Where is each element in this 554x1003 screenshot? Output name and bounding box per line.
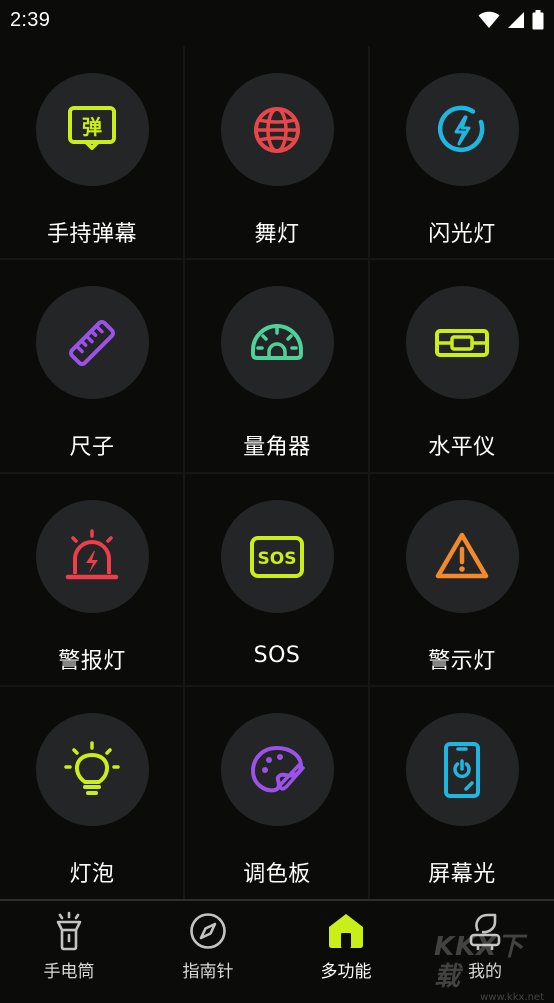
wifi-icon xyxy=(478,11,500,28)
protractor-icon xyxy=(251,323,303,360)
function-disco-light[interactable]: 舞灯 xyxy=(185,46,369,259)
tab-label: 手电筒 xyxy=(43,962,95,982)
function-label: 警示灯 xyxy=(428,649,496,674)
function-circle: SOS xyxy=(220,500,334,613)
function-label: 舞灯 xyxy=(254,222,300,247)
function-circle xyxy=(220,713,334,826)
status-bar: 2:39 xyxy=(0,0,554,40)
sos-glyph: SOS xyxy=(258,549,297,569)
tab-label: 多功能 xyxy=(320,962,372,982)
palette-icon xyxy=(251,745,305,792)
status-icons xyxy=(478,10,544,30)
function-danmaku[interactable]: 弹 手持弹幕 xyxy=(0,46,184,259)
function-label: 尺子 xyxy=(69,435,115,460)
function-bulb[interactable]: 灯泡 xyxy=(0,686,184,899)
cellular-signal-icon xyxy=(508,12,524,28)
function-label: 手持弹幕 xyxy=(46,222,137,247)
function-warning-light[interactable]: 警示灯 xyxy=(370,473,554,686)
function-circle xyxy=(35,713,149,826)
function-protractor[interactable]: 量角器 xyxy=(185,259,369,472)
function-palette[interactable]: 调色板 xyxy=(185,686,369,899)
bulb-icon xyxy=(64,740,120,795)
watermark: KKX下载 www.kkx.net xyxy=(434,932,550,1003)
function-sos[interactable]: SOS SOS xyxy=(185,473,369,686)
flashlight-icon xyxy=(49,911,89,951)
warning-icon xyxy=(435,532,489,578)
status-time: 2:39 xyxy=(10,8,51,31)
ruler-icon xyxy=(69,319,115,366)
sos-icon: SOS xyxy=(250,535,304,578)
battery-icon xyxy=(532,10,544,30)
tab-compass[interactable]: 指南针 xyxy=(153,911,263,982)
function-circle xyxy=(405,286,519,399)
function-label: 屏幕光 xyxy=(428,862,496,887)
tab-flashlight[interactable]: 手电筒 xyxy=(14,911,124,982)
bottom-tab-bar: 手电筒 指南针 多功能 我的 KKX下载 www.kkx.net xyxy=(0,899,554,1003)
screen-light-icon xyxy=(444,741,480,798)
function-ruler[interactable]: 尺子 xyxy=(0,259,184,472)
danmaku-icon: 弹 xyxy=(68,105,116,150)
function-level[interactable]: 水平仪 xyxy=(370,259,554,472)
function-label: 水平仪 xyxy=(428,435,496,460)
flash-icon xyxy=(437,105,485,152)
function-circle xyxy=(220,286,334,399)
tab-multifunction[interactable]: 多功能 xyxy=(291,911,401,982)
function-label: 灯泡 xyxy=(69,862,115,887)
function-flash[interactable]: 闪光灯 xyxy=(370,46,554,259)
danmaku-glyph: 弹 xyxy=(82,115,102,139)
disco-ball-icon xyxy=(254,106,300,153)
function-circle xyxy=(405,500,519,613)
function-siren[interactable]: 警报灯 xyxy=(0,473,184,686)
level-icon xyxy=(435,328,489,357)
watermark-subtext: www.kkx.net xyxy=(480,992,544,1003)
function-label: 警报灯 xyxy=(58,649,126,674)
function-label: 量角器 xyxy=(243,435,311,460)
function-grid: 弹 手持弹幕 舞灯 闪光灯 尺子 量角器 水平仪 警报灯 SOS SOS 警示灯… xyxy=(0,46,554,900)
function-label: 闪光灯 xyxy=(428,222,496,247)
tab-label: 指南针 xyxy=(182,962,234,982)
function-label: SOS xyxy=(253,643,301,668)
function-circle xyxy=(35,500,149,613)
function-circle xyxy=(405,73,519,186)
function-circle: 弹 xyxy=(35,73,149,186)
function-screen-light[interactable]: 屏幕光 xyxy=(370,686,554,899)
watermark-text: KKX下载 xyxy=(434,932,525,992)
siren-icon xyxy=(65,528,119,579)
home-icon xyxy=(326,911,366,951)
function-circle xyxy=(35,286,149,399)
compass-icon xyxy=(188,911,228,951)
function-label: 调色板 xyxy=(243,862,311,887)
function-circle xyxy=(405,713,519,826)
function-circle xyxy=(220,73,334,186)
